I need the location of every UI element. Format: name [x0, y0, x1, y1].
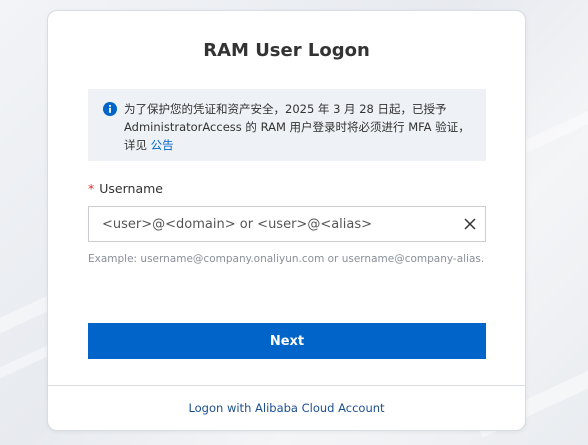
mfa-notice: 为了保护您的凭证和资产安全，2025 年 3 月 28 日起，已授予 Admin… — [88, 89, 486, 161]
notice-text: 为了保护您的凭证和资产安全，2025 年 3 月 28 日起，已授予 Admin… — [124, 102, 470, 152]
next-button[interactable]: Next — [88, 323, 486, 359]
username-input[interactable] — [89, 207, 449, 241]
username-field — [88, 206, 486, 242]
required-mark: * — [88, 181, 95, 196]
page-title: RAM User Logon — [203, 40, 370, 61]
logon-card: RAM User Logon 为了保护您的凭证和资产安全，2025 年 3 月 … — [47, 10, 526, 431]
username-label: * Username — [88, 181, 163, 196]
info-icon — [103, 102, 117, 116]
divider — [48, 385, 525, 386]
username-hint: Example: username@company.onaliyun.com o… — [88, 253, 485, 265]
clear-icon[interactable] — [463, 217, 477, 231]
alibaba-cloud-logon-link[interactable]: Logon with Alibaba Cloud Account — [48, 401, 525, 415]
username-label-text: Username — [99, 181, 163, 196]
announcement-link[interactable]: 公告 — [151, 138, 174, 152]
